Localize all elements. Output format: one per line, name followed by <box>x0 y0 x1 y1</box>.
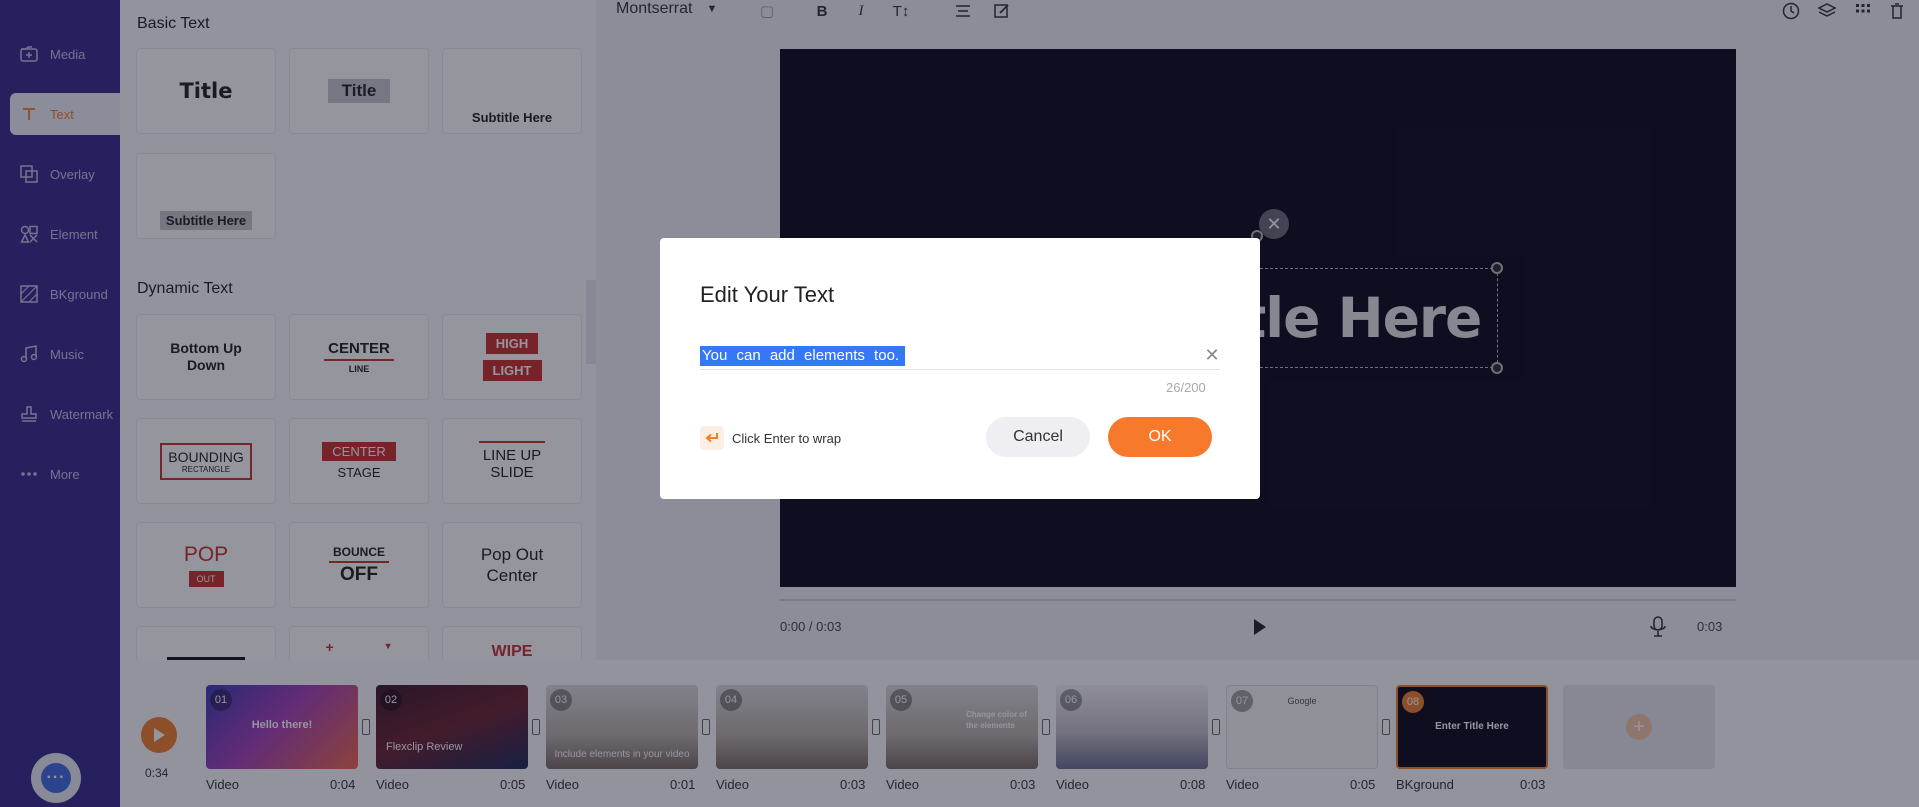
selected-text: You can add elements too. <box>700 346 906 366</box>
clear-input-button[interactable]: ✕ <box>1203 344 1221 365</box>
ok-button[interactable]: OK <box>1108 417 1212 457</box>
dialog-title: Edit Your Text <box>700 282 835 307</box>
enter-icon <box>700 426 724 450</box>
edit-text-dialog: Edit Your Text You can add elements too.… <box>660 238 1260 499</box>
close-icon: ✕ <box>1204 344 1220 365</box>
cancel-button[interactable]: Cancel <box>986 417 1090 457</box>
text-input[interactable]: You can add elements too. <box>700 346 1220 370</box>
wrap-hint: Click Enter to wrap <box>700 426 841 450</box>
character-counter: 26/200 <box>1166 380 1206 395</box>
